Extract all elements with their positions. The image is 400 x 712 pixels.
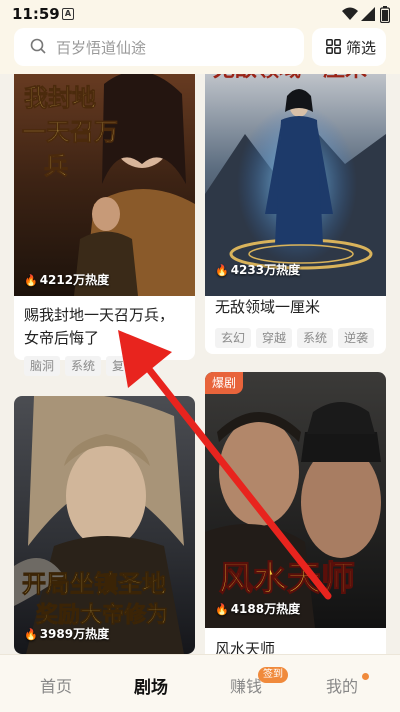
tab-theater[interactable]: 剧场 [134,673,168,698]
tag: 系统 [297,328,334,348]
tag: 逆袭 [338,328,375,348]
drama-title[interactable]: 无敌领域一厘米 [215,296,320,319]
drama-card[interactable]: 开局坐镇圣地 奖励大帝修为 🔥 3989万热度 [14,396,195,654]
wifi-icon [342,7,358,20]
search-icon [30,38,46,54]
svg-text:我封地: 我封地 [24,83,96,112]
tag: 脑洞 [24,356,61,376]
drama-cover[interactable]: 我封地 一天召万 兵 [14,74,195,296]
notification-icon: A [62,8,74,20]
filter-label: 筛选 [346,39,377,57]
svg-text:一天召万: 一天召万 [22,117,118,146]
bottom-tab-bar: 首页 剧场 赚钱 签到 我的 [0,654,400,712]
tag: 复 [106,356,131,376]
heat-count: 🔥 4188万热度 [215,602,301,616]
tag-list: 玄幻 穿越 系统 逆袭 [215,328,375,348]
flame-icon: 🔥 [24,274,38,287]
checkin-badge: 签到 [258,667,288,683]
battery-icon [380,6,390,23]
drama-title[interactable]: 风水天师 [215,638,275,654]
tag-list: 脑洞 系统 复 宝 [24,356,160,376]
heat-count: 🔥 4212万热度 [24,273,110,287]
drama-title-line1: 赐我封地一天召万兵， [24,306,175,324]
svg-text:兵: 兵 [44,151,68,180]
svg-text:开局坐镇圣地: 开局坐镇圣地 [22,569,166,598]
tag: 系统 [65,356,102,376]
drama-title-line2: 女帝后悔了 [24,329,100,347]
tab-home[interactable]: 首页 [40,673,72,697]
hot-badge: 爆剧 [205,372,244,394]
svg-text:无敌领域一厘米: 无敌领域一厘米 [213,74,368,82]
tag: 穿越 [256,328,293,348]
tag: 宝 [135,356,160,376]
drama-title[interactable]: 赐我封地一天召万兵， 女帝后悔了 [24,304,189,350]
status-time: 11:59 [12,5,60,23]
flame-icon: 🔥 [215,264,229,277]
grid-icon [326,39,341,54]
drama-feed[interactable]: 我封地 一天召万 兵 🔥 4212万热度 赐我封地一天召万兵， 女帝后悔了 脑洞 … [0,74,400,654]
flame-icon: 🔥 [215,603,229,616]
svg-text:风水天师: 风水天师 [219,559,355,599]
notification-dot [362,673,369,680]
signal-icon [361,7,375,21]
heat-count: 🔥 4233万热度 [215,263,301,277]
flame-icon: 🔥 [24,628,38,641]
drama-card[interactable]: 风水天师 爆剧 🔥 4188万热度 风水天师 [205,372,386,654]
drama-card[interactable]: 我封地 一天召万 兵 🔥 4212万热度 赐我封地一天召万兵， 女帝后悔了 [14,74,195,360]
drama-cover[interactable]: 风水天师 [205,372,386,628]
search-box[interactable]: 百岁悟道仙途 [14,28,304,66]
tag: 玄幻 [215,328,252,348]
search-placeholder: 百岁悟道仙途 [56,39,147,57]
drama-card[interactable]: 无敌领域一厘米 🔥4233万热度 无敌领域一厘米 玄幻 穿越 系统 逆袭 [205,74,386,354]
heat-count: 🔥 3989万热度 [24,627,110,641]
drama-cover[interactable]: 开局坐镇圣地 奖励大帝修为 [14,396,195,654]
top-bar: 百岁悟道仙途 筛选 [0,28,400,74]
tab-profile[interactable]: 我的 [326,673,358,697]
filter-button[interactable]: 筛选 [312,28,386,66]
status-bar: 11:59 A [0,0,400,28]
